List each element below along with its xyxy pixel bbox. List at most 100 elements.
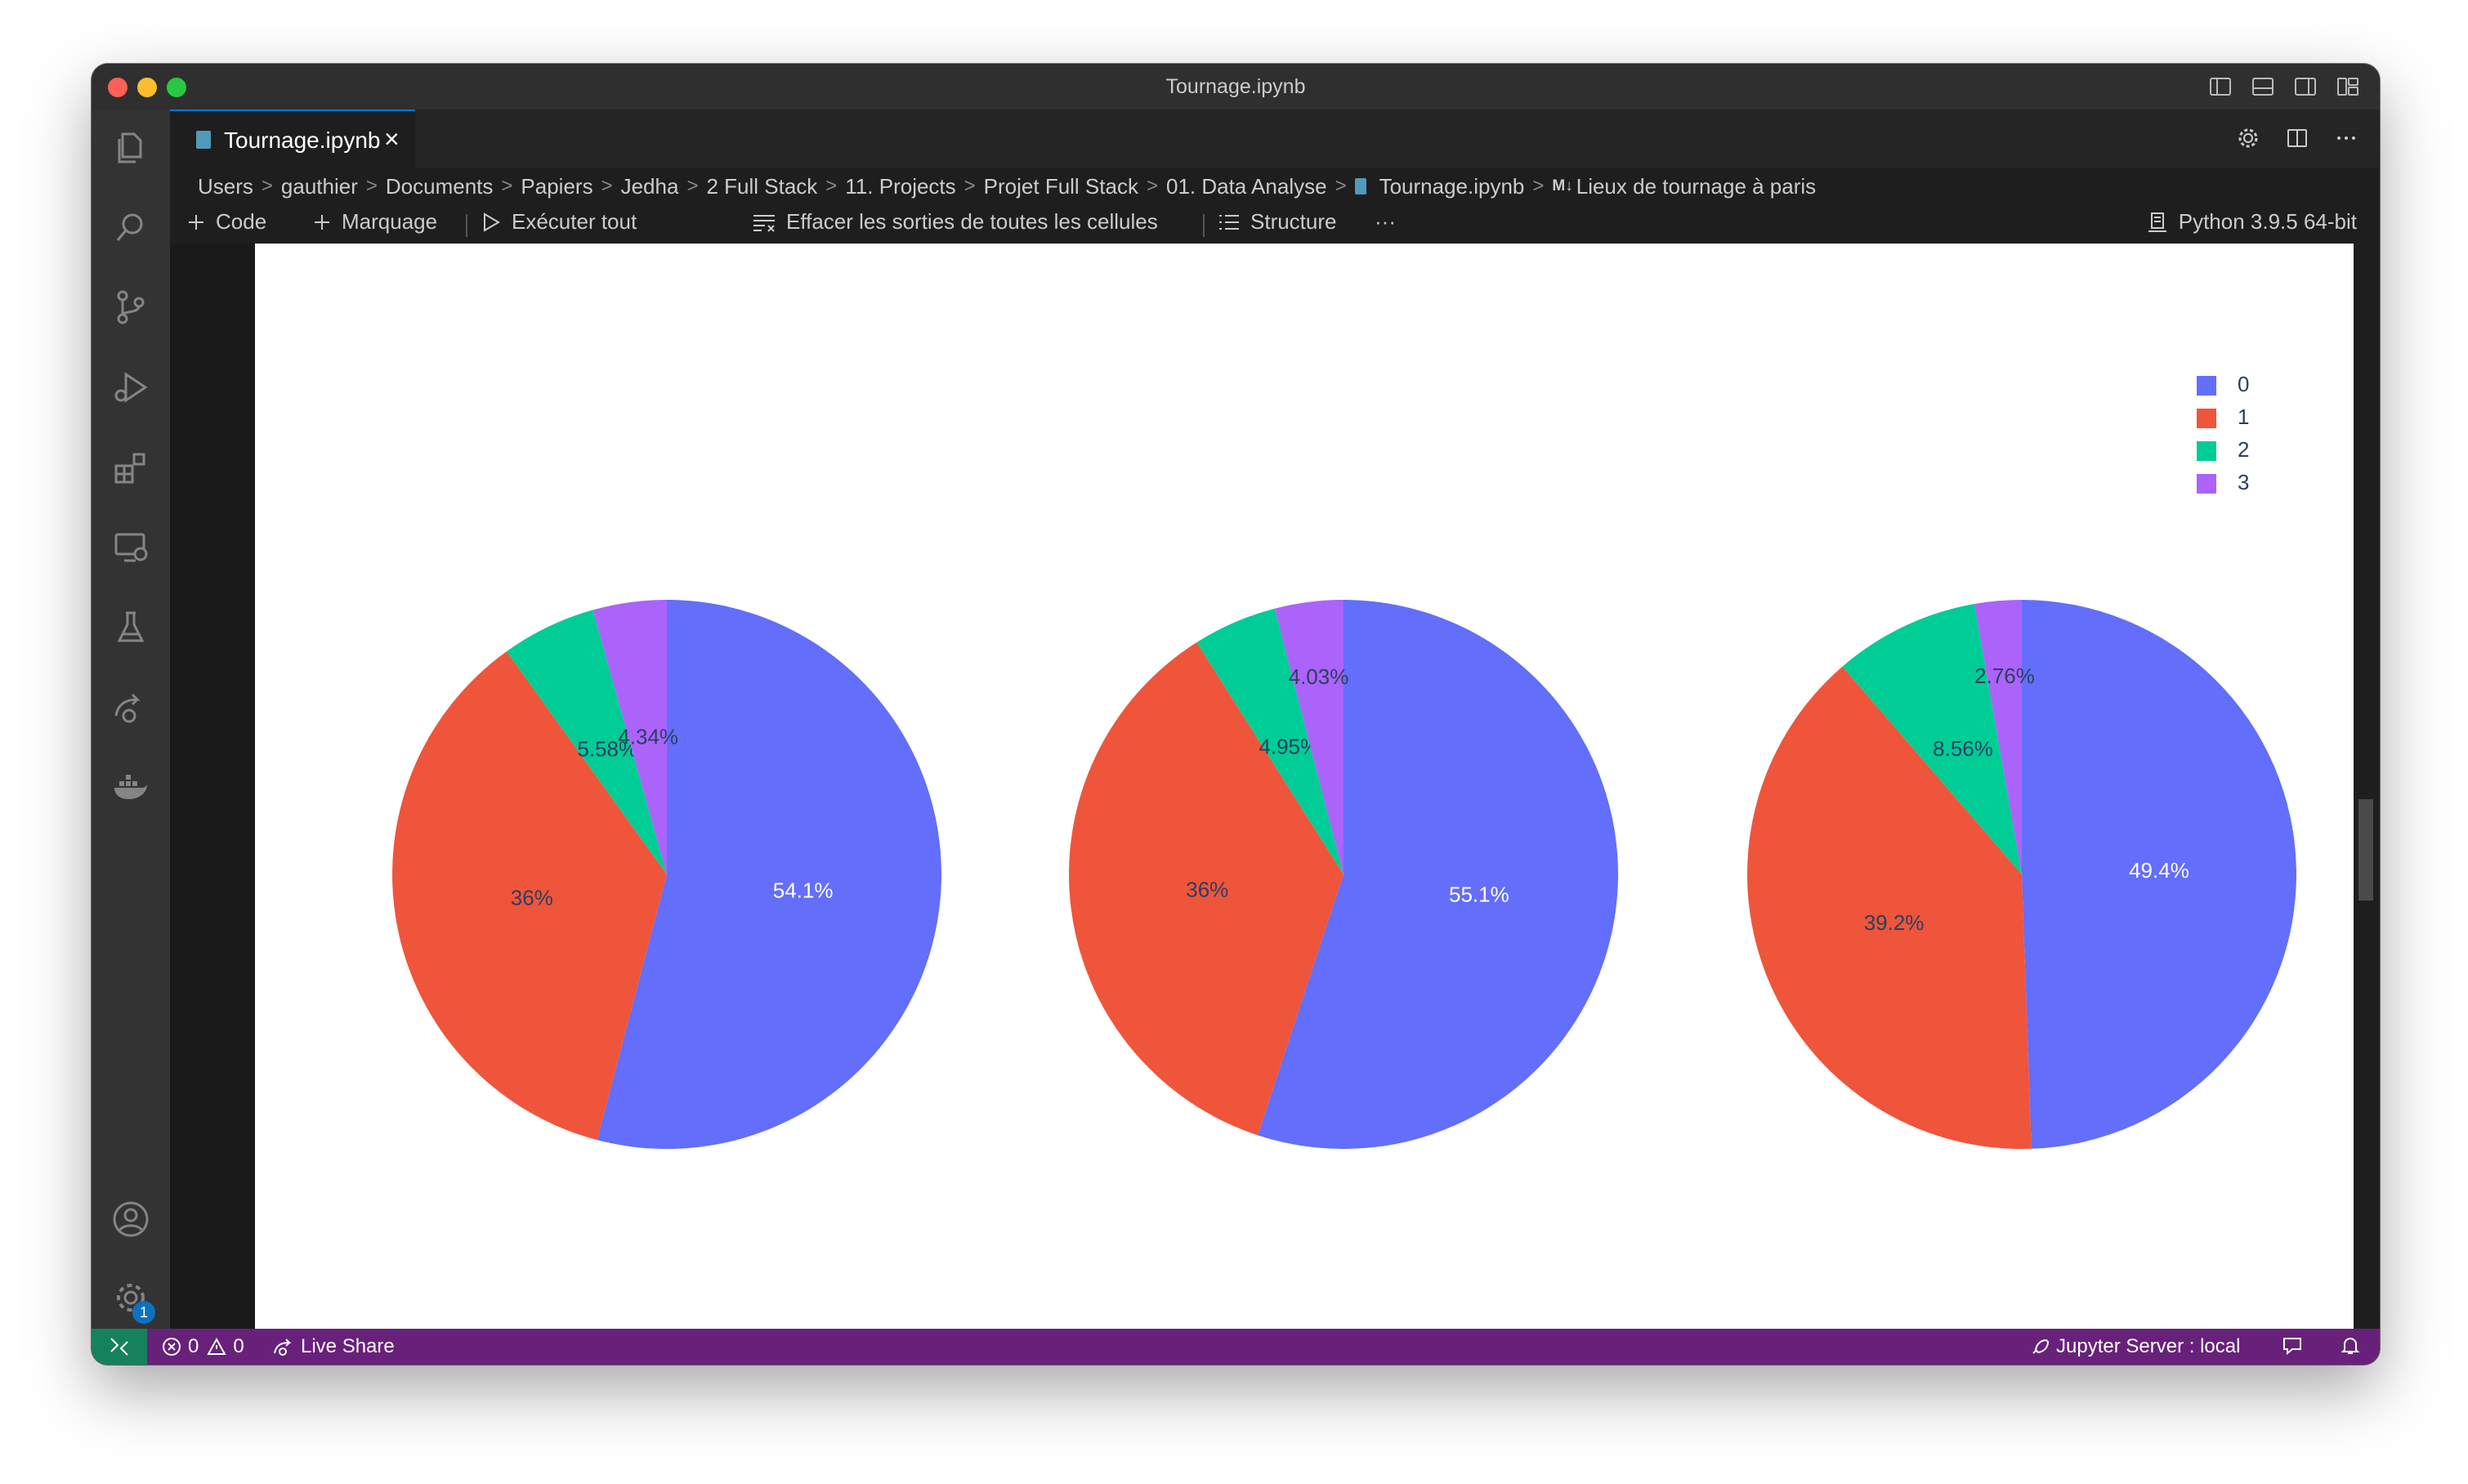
window-title: Tournage.ipynb <box>1165 75 1306 98</box>
ellipsis-icon: ··· <box>1375 209 1396 234</box>
rocket-icon <box>2032 1339 2050 1354</box>
kernel-icon <box>2148 212 2166 232</box>
live-share-icon[interactable] <box>111 688 150 727</box>
bell-icon <box>2341 1338 2360 1354</box>
pie-charts: 54.1%36%5.58%4.34%55.1%36%4.95%4.03%49.4… <box>392 372 2297 1150</box>
split-editor-icon[interactable] <box>2285 126 2309 150</box>
outline-label: Structure <box>1250 209 1337 234</box>
pie-chart-3: 49.4% 39.2% 8.56% 2.76% <box>1747 600 2297 1150</box>
legend-label: 0 <box>2238 372 2249 396</box>
pie-slice-label: 4.03% <box>1289 664 1349 689</box>
testing-icon[interactable] <box>111 608 150 647</box>
chevron-right-icon: > <box>1146 175 1158 197</box>
legend-swatch-0[interactable] <box>2197 376 2216 396</box>
breadcrumb-item[interactable]: gauthier <box>281 174 358 199</box>
toolbar-divider <box>1203 214 1205 237</box>
feedback-button[interactable] <box>2282 1335 2309 1357</box>
breadcrumb-item[interactable]: 11. Projects <box>845 174 955 199</box>
clear-all-outputs-button[interactable]: Effacer les sorties de toutes les cellul… <box>752 209 1158 235</box>
breadcrumb-item[interactable]: Jedha <box>621 174 679 199</box>
layout-controls <box>2208 75 2360 98</box>
legend-swatch-3[interactable] <box>2197 474 2216 494</box>
plus-icon <box>189 214 203 230</box>
breadcrumb-file[interactable]: Tournage.ipynb <box>1379 174 1525 199</box>
remote-explorer-icon[interactable] <box>111 528 150 567</box>
outline-button[interactable]: Structure <box>1218 209 1337 235</box>
run-all-button[interactable]: Exécuter tout <box>481 209 637 235</box>
add-code-cell-button[interactable]: Code <box>186 209 266 235</box>
warning-icon <box>207 1337 227 1355</box>
customize-layout-icon[interactable] <box>2336 75 2360 98</box>
pie-slice-label: 39.2% <box>1864 910 1925 935</box>
account-icon[interactable] <box>111 1200 150 1239</box>
toggle-secondary-sidebar-icon[interactable] <box>2293 75 2318 98</box>
chevron-right-icon: > <box>1335 175 1347 197</box>
jupyter-server-status[interactable]: Jupyter Server : local <box>2030 1335 2240 1358</box>
search-icon[interactable] <box>111 208 150 247</box>
list-icon <box>1219 214 1239 230</box>
cell-gutter <box>170 244 255 1329</box>
chevron-right-icon: > <box>501 175 513 197</box>
cell-output-plot: 54.1% 36% 5.58% 4.34% 55.1% 36% 4.95% 4.03% 49.4… <box>255 244 2354 1329</box>
pie-slice-label: 8.56% <box>1933 736 1993 761</box>
breadcrumb-item[interactable]: 01. Data Analyse <box>1166 174 1327 199</box>
breadcrumb-item[interactable]: Users <box>198 174 253 199</box>
legend-label: 2 <box>2238 437 2249 462</box>
legend-swatch-2[interactable] <box>2197 441 2216 461</box>
docker-icon[interactable] <box>111 768 150 807</box>
close-tab-icon[interactable]: × <box>384 124 400 154</box>
breadcrumb-item[interactable]: Projet Full Stack <box>984 174 1138 199</box>
legend-label: 1 <box>2238 405 2249 429</box>
run-debug-icon[interactable] <box>111 368 150 407</box>
live-share-status[interactable]: Live Share <box>273 1335 395 1358</box>
editor-actions <box>2236 126 2358 150</box>
chevron-right-icon: > <box>261 175 273 197</box>
problems-indicator[interactable]: 0 0 <box>162 1335 244 1358</box>
legend-swatch-1[interactable] <box>2197 409 2216 428</box>
run-all-icon <box>484 212 500 232</box>
breadcrumb: Users > gauthier > Documents > Papiers > Jed… <box>198 168 1816 204</box>
notebook-file-icon <box>196 131 211 149</box>
run-all-label: Exécuter tout <box>512 209 637 234</box>
toggle-primary-sidebar-icon[interactable] <box>2208 75 2233 98</box>
error-icon <box>163 1338 181 1356</box>
title-bar: Tournage.ipynb <box>92 64 2380 110</box>
error-count: 0 <box>188 1335 199 1357</box>
feedback-icon <box>2283 1338 2301 1356</box>
pie-slice-label: 36% <box>511 885 553 910</box>
pie-slice-label: 2.76% <box>1974 664 2035 688</box>
warning-count: 0 <box>233 1335 244 1357</box>
tab-label: Tournage.ipynb <box>224 127 381 153</box>
breadcrumb-item[interactable]: Documents <box>386 174 494 199</box>
toggle-panel-icon[interactable] <box>2251 75 2275 98</box>
tab-tournage-ipynb[interactable]: Tournage.ipynb × <box>170 110 415 168</box>
add-markdown-cell-button[interactable]: Marquage <box>312 209 437 235</box>
remote-indicator[interactable] <box>92 1329 147 1365</box>
breadcrumb-item[interactable]: 2 Full Stack <box>706 174 817 199</box>
pie-slice-label: 4.34% <box>618 724 678 749</box>
notifications-button[interactable] <box>2341 1335 2367 1357</box>
toolbar-divider <box>466 214 467 237</box>
gear-icon[interactable] <box>2236 126 2260 150</box>
activity-bar: 1 <box>92 110 170 1329</box>
chart-legend: 0 1 2 3 <box>2197 372 2249 494</box>
extensions-icon[interactable] <box>111 448 150 487</box>
more-toolbar-button[interactable]: ··· <box>1375 209 1396 235</box>
chevron-right-icon: > <box>825 175 838 197</box>
notebook-toolbar: Code Marquage Exécuter tout Effacer les … <box>170 204 2380 244</box>
pie-chart-1: 54.1%36%5.58%4.34% <box>392 600 942 1149</box>
legend-label: 3 <box>2238 470 2249 494</box>
explorer-icon[interactable] <box>111 127 150 167</box>
breadcrumb-item[interactable]: Papiers <box>521 174 592 199</box>
chevron-right-icon: > <box>365 175 378 197</box>
kernel-label: Python 3.9.5 64-bit <box>2178 209 2357 234</box>
settings-update-badge: 1 <box>132 1301 155 1324</box>
source-control-icon[interactable] <box>111 288 150 327</box>
breadcrumb-section[interactable]: Lieux de tournage à paris <box>1576 174 1816 199</box>
jupyter-server-label: Jupyter Server : local <box>2056 1335 2241 1357</box>
clear-outputs-label: Effacer les sorties de toutes les cellul… <box>786 209 1158 234</box>
kernel-picker[interactable]: Python 3.9.5 64-bit <box>2146 209 2357 235</box>
remote-icon <box>110 1338 128 1356</box>
editor-scrollbar[interactable] <box>2358 799 2373 901</box>
more-actions-icon[interactable] <box>2334 126 2358 150</box>
